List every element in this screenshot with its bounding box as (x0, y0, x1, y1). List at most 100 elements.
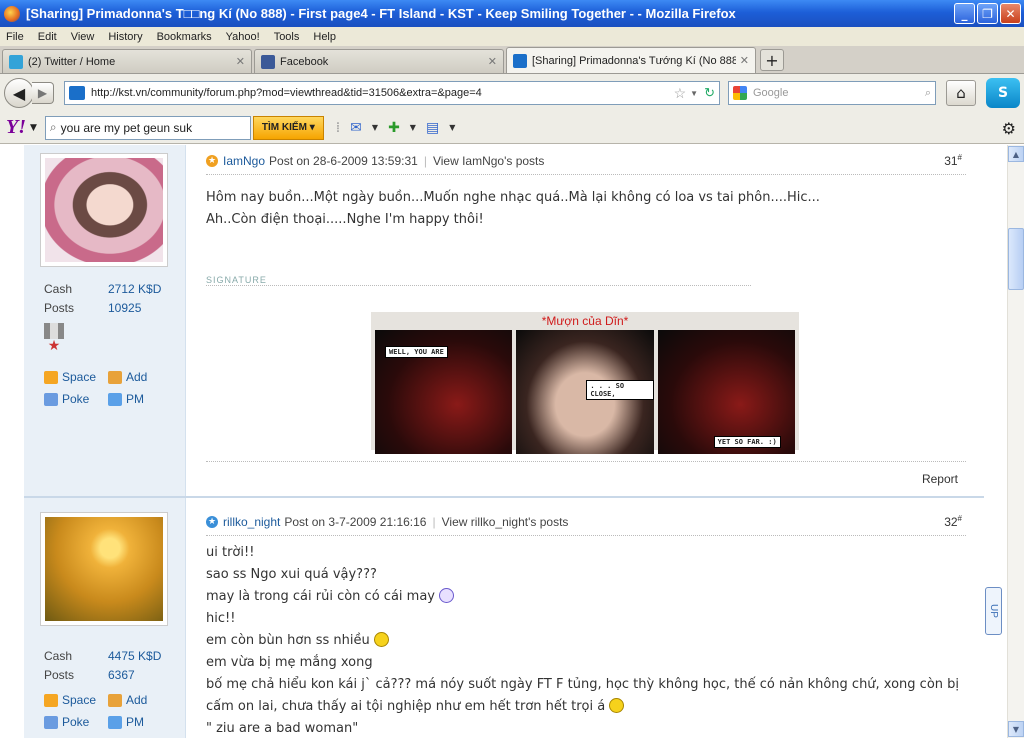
menu-bar: File Edit View History Bookmarks Yahoo! … (0, 27, 1024, 46)
minimize-button[interactable]: _ (954, 3, 975, 24)
close-tab-icon[interactable]: ✕ (740, 54, 749, 67)
house-icon (44, 370, 58, 384)
space-link[interactable]: Space (44, 370, 108, 384)
add-friend-link[interactable]: Add (108, 370, 172, 384)
post-header: ★ rillko_night Post on 3-7-2009 21:16:16… (206, 508, 966, 536)
facebook-icon (261, 54, 275, 69)
post-text-line: sao ss Ngo xui quá vậy??? (206, 567, 377, 582)
menu-view[interactable]: View (65, 31, 103, 43)
window-title: [Sharing] Primadonna's T□□ng Kí (No 888)… (26, 6, 736, 21)
site-identity-icon[interactable] (69, 86, 85, 100)
comic-panel: . . . SO CLOSE, (516, 330, 654, 454)
avatar[interactable] (40, 512, 168, 626)
maximize-button[interactable]: ❐ (977, 3, 998, 24)
avatar[interactable] (40, 153, 168, 267)
speech-bubble: YET SO FAR. :) (713, 436, 781, 448)
reload-icon[interactable]: ↻ (704, 85, 715, 101)
tab-strip: (2) Twitter / Home ✕ Facebook ✕ [Sharing… (0, 46, 1024, 74)
magnifier-icon[interactable]: ⌕ (925, 87, 931, 100)
online-status-icon: ★ (206, 515, 218, 528)
menu-edit[interactable]: Edit (32, 31, 65, 43)
dropdown-icon[interactable]: ▼ (449, 123, 455, 132)
toolbar-grip-icon: ⁞ (335, 119, 341, 136)
pm-link[interactable]: PM (108, 392, 172, 406)
post-text-line: hic!! (206, 611, 236, 626)
yahoo-menu-dropdown-icon[interactable]: ▼ (30, 123, 37, 133)
twitter-bird-icon (9, 54, 23, 69)
post-divider (206, 461, 966, 462)
google-icon[interactable] (733, 86, 747, 100)
address-bar[interactable]: http://kst.vn/community/forum.php?mod=vi… (64, 81, 720, 105)
tab-twitter[interactable]: (2) Twitter / Home ✕ (2, 49, 252, 73)
signature-image: *Mượn của Dĩn* WELL, YOU ARE . . . SO CL… (371, 312, 799, 454)
stat-value[interactable]: 10925 (108, 301, 141, 315)
plus-app-icon[interactable]: ✚ (388, 120, 400, 136)
scroll-down-arrow-icon[interactable]: ▼ (1008, 721, 1024, 737)
stat-label: Posts (44, 667, 75, 682)
tab-label: (2) Twitter / Home (28, 55, 116, 68)
menu-bookmarks[interactable]: Bookmarks (151, 31, 220, 43)
new-tab-button[interactable]: + (760, 49, 784, 71)
grin-emoticon-icon (438, 588, 454, 603)
yahoo-toolbar: Y! ▼ ⌕ you are my pet geun suk TÌM KIẾM … (0, 112, 1024, 144)
menu-yahoo[interactable]: Yahoo! (220, 31, 268, 43)
skype-button[interactable]: S (986, 78, 1020, 108)
post-text-line: bố mẹ chả hiểu kon kái j` cả??? má nóy s… (206, 677, 960, 692)
yahoo-search-field[interactable]: ⌕ you are my pet geun suk (44, 115, 251, 140)
menu-history[interactable]: History (102, 31, 150, 43)
navigation-toolbar: ◀ ▶ http://kst.vn/community/forum.php?mo… (0, 74, 1024, 112)
signature-title: *Mượn của Dĩn* (541, 314, 629, 328)
news-icon[interactable]: ▤ (426, 120, 439, 136)
speech-bubble: . . . SO CLOSE, (586, 380, 654, 400)
signature-label: SIGNATURE (206, 275, 751, 286)
bookmark-star-icon[interactable]: ☆ (674, 85, 687, 102)
yahoo-search-value[interactable]: you are my pet geun suk (61, 121, 192, 135)
scroll-to-top-button[interactable]: UP (985, 587, 1002, 635)
tab-kst-thread[interactable]: [Sharing] Primadonna's Tướng Kí (No 888.… (506, 47, 756, 73)
scroll-thumb[interactable] (1008, 228, 1024, 290)
view-posts-link[interactable]: View IamNgo's posts (433, 154, 544, 168)
vertical-scrollbar[interactable]: ▲ ▼ (1007, 145, 1024, 738)
yahoo-logo[interactable]: Y! (6, 116, 26, 139)
gear-icon[interactable]: ⚙ (1002, 119, 1016, 138)
url-text[interactable]: http://kst.vn/community/forum.php?mod=vi… (91, 87, 670, 99)
close-tab-icon[interactable]: ✕ (236, 55, 245, 68)
report-link[interactable]: Report (922, 472, 958, 486)
forward-button[interactable]: ▶ (32, 82, 54, 104)
add-friend-link[interactable]: Add (108, 693, 172, 707)
post-text-line: Ah..Còn điện thoại.....Nghe I'm happy th… (206, 212, 484, 227)
stat-value[interactable]: 6367 (108, 668, 135, 682)
post-number[interactable]: 31# (944, 153, 962, 168)
poke-link[interactable]: Poke (44, 392, 108, 406)
poke-link[interactable]: Poke (44, 715, 108, 729)
menu-tools[interactable]: Tools (268, 31, 308, 43)
search-icon: ⌕ (49, 120, 57, 134)
scroll-up-arrow-icon[interactable]: ▲ (1008, 146, 1024, 162)
pm-link[interactable]: PM (108, 715, 172, 729)
yahoo-search-button[interactable]: TÌM KIẾM ▾ (252, 115, 324, 140)
menu-file[interactable]: File (0, 31, 32, 43)
medal-icon: ★ (44, 323, 64, 355)
post-body: Hôm nay buồn...Một ngày buồn...Muốn nghe… (206, 187, 966, 231)
post-number[interactable]: 32# (944, 514, 962, 529)
close-tab-icon[interactable]: ✕ (488, 55, 497, 68)
poke-icon (44, 392, 58, 406)
mail-icon[interactable]: ✉ (350, 120, 362, 136)
view-posts-link[interactable]: View rillko_night's posts (442, 515, 569, 529)
post-author-link[interactable]: rillko_night (223, 515, 280, 529)
post-author-sidebar: Cash 2712 K$D Posts 10925 ★ Space Add Poke… (24, 145, 186, 496)
dropdown-icon[interactable]: ▼ (410, 123, 416, 132)
space-link[interactable]: Space (44, 693, 108, 707)
stat-value: 2712 K$D (108, 281, 162, 296)
search-input[interactable]: Google (753, 87, 925, 99)
back-button[interactable]: ◀ (4, 78, 34, 108)
home-button[interactable]: ⌂ (946, 80, 976, 106)
menu-help[interactable]: Help (307, 31, 344, 43)
dropdown-icon[interactable]: ▼ (372, 123, 378, 132)
search-engine-box[interactable]: Google ⌕ (728, 81, 936, 105)
tab-facebook[interactable]: Facebook ✕ (254, 49, 504, 73)
url-dropdown-icon[interactable]: ▼ (690, 89, 698, 98)
post-date: Post on 3-7-2009 21:16:16 (284, 514, 427, 529)
close-window-button[interactable]: ✕ (1000, 3, 1021, 24)
post-author-link[interactable]: IamNgo (223, 154, 265, 168)
